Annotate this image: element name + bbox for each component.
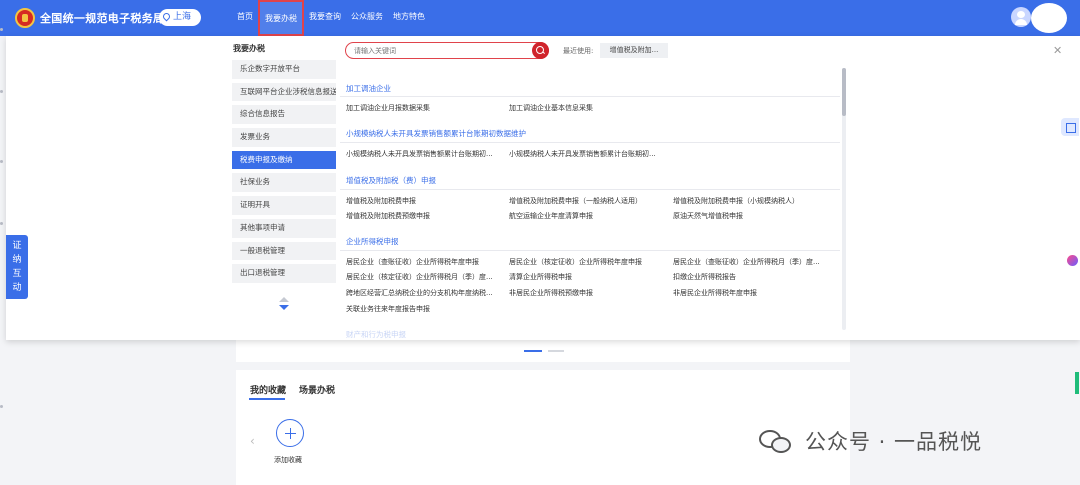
sidebar-item[interactable]: 乐企数字开放平台 [232, 60, 336, 83]
service-link[interactable]: 关联业务往来年度报告申报 [346, 304, 430, 314]
section-title: 小规模纳税人未开具发票销售额累计台账期初数据维护 [346, 129, 526, 138]
sidebar-item[interactable]: 证明开具 [232, 196, 336, 219]
section-divider [340, 142, 840, 143]
sidebar-item[interactable]: 互联网平台企业涉税信息报送 [232, 82, 336, 106]
service-link[interactable]: 小规模纳税人未开具发票销售额累计台账期初... [346, 149, 493, 159]
service-link[interactable]: 增值税及附加税费申报 [346, 196, 416, 206]
section-divider [340, 250, 840, 251]
search-input[interactable] [354, 44, 524, 57]
user-avatar-icon[interactable] [1011, 7, 1031, 27]
arrow-up-icon[interactable] [279, 297, 289, 302]
divider-dot [0, 90, 3, 93]
service-link[interactable]: 跨地区经营汇总纳税企业的分支机构年度纳税... [346, 288, 493, 298]
watermark-text: 公众号 · 一品税悦 [805, 430, 983, 454]
service-link[interactable]: 加工调油企业基本信息采集 [509, 103, 593, 113]
add-favorite-button[interactable] [276, 419, 304, 447]
recent-label: 最近使用: [563, 47, 594, 55]
document-icon[interactable] [1061, 118, 1079, 136]
service-link[interactable]: 清算企业所得税申报 [509, 272, 572, 282]
divider-dot [0, 160, 3, 163]
sidebar-item[interactable]: 综合信息报告 [232, 105, 336, 129]
scrollbar-thumb[interactable] [842, 68, 846, 116]
chat-bubble-shape [771, 437, 791, 453]
service-link[interactable]: 增值税及附加税费预缴申报 [346, 211, 430, 221]
service-link[interactable]: 航空运输企业年度清算申报 [509, 211, 593, 221]
tax-emblem-icon [15, 8, 35, 28]
section-title: 增值税及附加税（费）申报 [346, 176, 436, 185]
recent-item-chip[interactable]: 增值税及附加... [600, 43, 668, 58]
nav-tax-handling[interactable]: 我要办税 [258, 0, 304, 36]
sidebar-scroll-arrows[interactable] [279, 297, 289, 311]
carousel-card [236, 340, 850, 362]
divider-dot [0, 405, 3, 408]
float-tab-char: 互 [12, 269, 22, 279]
top-navigation-bar: 全国统一规范电子税务局 上海 首页 我要办税 我要查询 公众服务 地方特色 [0, 0, 1080, 36]
wechat-icon [757, 428, 797, 456]
sidebar-item[interactable]: 一般退税管理 [232, 241, 336, 265]
section-divider [340, 96, 840, 97]
chevron-left-icon[interactable]: ‹ [250, 434, 255, 448]
search-box [345, 42, 549, 59]
sidebar-item[interactable]: 社保业务 [232, 173, 336, 197]
side-handle[interactable] [1075, 372, 1079, 394]
region-selector[interactable]: 上海 [159, 9, 201, 26]
sidebar-title: 我要办税 [233, 44, 265, 53]
divider-dot [0, 222, 3, 225]
assistant-icon[interactable] [1067, 255, 1078, 266]
service-link[interactable]: 非居民企业所得税预缴申报 [509, 288, 593, 298]
service-link[interactable]: 扣缴企业所得税报告 [673, 272, 736, 282]
tab-my-favorites[interactable]: 我的收藏 [250, 383, 286, 396]
main-nav: 首页 我要办税 我要查询 公众服务 地方特色 [232, 0, 430, 36]
divider-dot [0, 28, 3, 31]
service-link[interactable]: 非居民企业所得税年度申报 [673, 288, 757, 298]
service-link[interactable]: 加工调油企业月报数据采集 [346, 103, 430, 113]
service-link[interactable]: 小规模纳税人未开具发票销售额累计台账期初... [509, 149, 656, 159]
carousel-indicator[interactable] [548, 350, 564, 352]
service-link[interactable]: 居民企业（查账征收）企业所得税年度申报 [346, 257, 479, 267]
add-favorite-label: 添加收藏 [274, 456, 302, 464]
service-link[interactable]: 增值税及附加税费申报（小规模纳税人） [673, 196, 799, 206]
float-tab-char: 证 [12, 241, 22, 251]
sidebar-item[interactable]: 出口退税管理 [232, 264, 336, 287]
section-divider [340, 189, 840, 190]
carousel-indicator-active[interactable] [524, 350, 542, 352]
nav-home[interactable]: 首页 [232, 0, 258, 36]
service-link[interactable]: 增值税及附加税费申报（一般纳税人适用） [509, 196, 642, 206]
service-link[interactable]: 居民企业（核定征收）企业所得税月（季）度... [346, 272, 493, 282]
sidebar-item[interactable]: 发票业务 [232, 128, 336, 151]
region-label: 上海 [173, 12, 192, 22]
location-pin-icon [161, 11, 172, 22]
site-title[interactable]: 全国统一规范电子税务局 [40, 10, 164, 26]
tab-underline [249, 398, 285, 400]
service-link[interactable]: 居民企业（查账征收）企业所得税月（季）度... [673, 257, 820, 267]
search-icon[interactable] [532, 42, 549, 59]
user-menu[interactable] [1031, 3, 1067, 33]
nav-local-features[interactable]: 地方特色 [388, 0, 430, 36]
float-tab-char: 纳 [12, 255, 22, 265]
section-title: 企业所得税申报 [346, 237, 399, 246]
sidebar-menu: 乐企数字开放平台 互联网平台企业涉税信息报送 综合信息报告 发票业务 税费申报及… [232, 60, 336, 287]
sidebar-item-active[interactable]: 税费申报及缴纳 [232, 150, 336, 174]
arrow-down-icon[interactable] [279, 305, 289, 310]
service-link[interactable]: 居民企业（核定征收）企业所得税年度申报 [509, 257, 642, 267]
section-title: 加工调油企业 [346, 84, 391, 93]
sidebar-item[interactable]: 其他事项申请 [232, 218, 336, 242]
close-icon[interactable]: ✕ [1053, 44, 1062, 57]
tab-scenario-tax[interactable]: 场景办税 [299, 383, 335, 396]
float-tab-char: 动 [12, 283, 22, 293]
interaction-float-tab[interactable]: 证 纳 互 动 [6, 235, 28, 299]
service-link[interactable]: 原油天然气增值税申报 [673, 211, 743, 221]
nav-query[interactable]: 我要查询 [304, 0, 346, 36]
nav-public-service[interactable]: 公众服务 [346, 0, 388, 36]
next-section-title-faded: 财产和行为税申报 [346, 330, 406, 339]
